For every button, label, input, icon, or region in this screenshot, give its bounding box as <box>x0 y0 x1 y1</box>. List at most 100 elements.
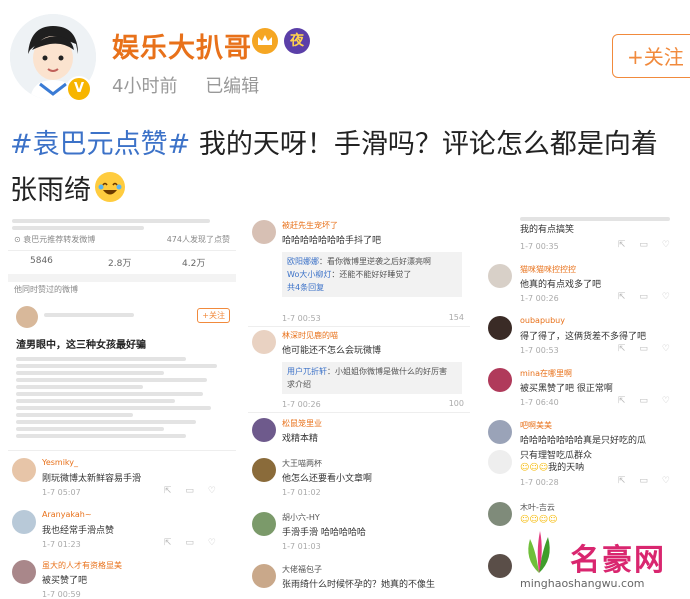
liked-post-headline: 渣男眼中，这三种女孩最好骗 <box>16 340 146 351</box>
commenter-avatar[interactable] <box>12 510 36 534</box>
hashtag-link[interactable]: #袁巴元点赞# <box>10 129 190 160</box>
comment-item: 大王喵两杯 他怎么还要看小文章啊 1-7 01:02 <box>248 458 470 504</box>
comment-text: 他真的有点戏多了吧 <box>520 280 602 290</box>
like-count[interactable]: 100 <box>449 399 464 408</box>
comment-item: 林深时见鹿的喵 他可能还不怎么会玩微博 用户兀折轩：小姐姐你微博是做什么的好厉害… <box>248 330 470 420</box>
author-name[interactable]: 娱乐大扒哥 <box>112 26 252 65</box>
commenter-name[interactable]: 吧啊美美 <box>520 420 552 431</box>
comment-item: 吧啊美美 哈哈哈哈哈哈哈真是只好吃的瓜 只有理智吃瓜群众 ☺☺☺我的天呐 1-7… <box>480 420 690 496</box>
liked-author-avatar <box>16 306 38 328</box>
comment-time: 1-7 01:23 <box>42 540 81 549</box>
comment-actions-icon[interactable]: ⇱▭♡ <box>618 344 684 354</box>
like-count[interactable]: 4.2万 <box>182 256 205 269</box>
comment-actions-icon[interactable]: ⇱▭♡ <box>164 486 230 496</box>
commenter-avatar[interactable] <box>488 264 512 288</box>
truncated-text <box>12 216 232 233</box>
commenter-name[interactable]: 虽大的人才有资格显美 <box>42 560 122 571</box>
ref-stat: 474人发现了点赞 <box>166 235 230 244</box>
section-title: 他同时赞过的微博 <box>14 285 78 294</box>
comment-time: 1-7 01:03 <box>282 542 321 551</box>
comment-text: 手滑手滑 哈哈哈哈哈 <box>282 528 366 538</box>
comment-item: oubapubuy 得了得了，这俩货差不多得了吧 1-7 00:53 ⇱▭♡ <box>480 316 690 362</box>
comment-time: 1-7 05:07 <box>42 488 81 497</box>
site-watermark: 名豪网 minghaoshangwu.com <box>500 525 690 599</box>
reply-box[interactable]: 用户兀折轩：小姐姐你微博是做什么的好厉害 求介绍 <box>282 362 462 394</box>
laugh-cry-emoji-icon <box>95 172 125 202</box>
comment-item: 松鼠笼里业 戏精本精 <box>248 418 470 458</box>
comment-time: 1-7 00:35 <box>520 242 559 251</box>
commenter-name[interactable]: 被赶先生宠坏了 <box>282 220 338 231</box>
commenter-avatar[interactable] <box>488 502 512 526</box>
commenter-name[interactable]: 大佬福包子 <box>282 564 322 575</box>
commenter-name[interactable]: Yesmiky_ <box>42 458 78 467</box>
comment-actions-icon[interactable]: ⇱▭♡ <box>618 240 684 250</box>
comment-time: 1-7 06:40 <box>520 398 559 407</box>
commenter-avatar[interactable] <box>12 560 36 584</box>
commenter-name[interactable]: 胡小六-HY <box>282 512 320 523</box>
commenter-avatar[interactable] <box>252 458 276 482</box>
comment-item: mina在哪里啊 被买黑赞了吧 很正常啊 1-7 06:40 ⇱▭♡ <box>480 368 690 414</box>
commenter-name[interactable]: 林深时见鹿的喵 <box>282 330 338 341</box>
comment-text: 被买黑赞了吧 很正常啊 <box>520 384 613 394</box>
post-time: 4小时前 <box>112 76 178 97</box>
comment-actions-icon[interactable]: ⇱▭♡ <box>618 292 684 302</box>
commenter-avatar[interactable] <box>252 418 276 442</box>
commenter-avatar[interactable] <box>252 220 276 244</box>
comment-text: 他可能还不怎么会玩微博 <box>282 346 382 356</box>
repost-count[interactable]: 5846 <box>30 256 53 266</box>
commenter-name[interactable]: 大王喵两杯 <box>282 458 322 469</box>
commenter-avatar[interactable] <box>252 330 276 354</box>
ref-weibo[interactable]: ⊙ 袁巴元推荐转发微博 <box>14 234 95 245</box>
comment-text: 我也经常手滑点赞 <box>42 526 115 536</box>
comment-text: 张雨绮什么时候怀孕的？她真的不像生 <box>282 580 436 590</box>
comment-time: 1-7 00:53 <box>520 346 559 355</box>
comment-time: 1-7 01:02 <box>282 488 321 497</box>
comment-actions-icon[interactable]: ⇱▭♡ <box>618 476 684 486</box>
comment-time: 1-7 00:59 <box>42 590 81 599</box>
verified-badge-icon: V <box>66 76 92 102</box>
comment-item: 大佬福包子 张雨绮什么时候怀孕的？她真的不像生 <box>248 564 470 599</box>
night-badge: 夜 <box>284 28 310 54</box>
more-replies-link[interactable]: 共4条回复 <box>287 281 457 294</box>
comment-time: 1-7 00:53 <box>282 314 321 323</box>
like-count[interactable]: 154 <box>449 313 464 322</box>
commenter-avatar[interactable] <box>252 512 276 536</box>
comment-count[interactable]: 2.8万 <box>108 256 131 269</box>
comment-text: 得了得了，这俩货差不多得了吧 <box>520 332 647 342</box>
comment-time: 1-7 00:28 <box>520 478 559 487</box>
comment-item: Aranyakah~ 我也经常手滑点赞 1-7 01:23 ⇱▭♡ <box>8 510 236 560</box>
comment-time: 1-7 00:26 <box>282 400 321 409</box>
comment-text: 哈哈哈哈哈哈哈真是只好吃的瓜 <box>520 436 647 446</box>
commenter-avatar[interactable] <box>252 564 276 588</box>
comment-actions-icon[interactable]: ⇱▭♡ <box>164 538 230 548</box>
watermark-url: minghaoshangwu.com <box>520 577 645 590</box>
post-body-line2: 张雨绮 <box>10 175 91 206</box>
commenter-name[interactable]: 松鼠笼里业 <box>282 418 322 429</box>
screenshot-panel-likes: ⊙ 袁巴元推荐转发微博 474人发现了点赞 5846 2.8万 4.2万 他同时… <box>8 214 236 599</box>
commenter-name[interactable]: oubapubuy <box>520 316 565 325</box>
follow-small-button[interactable]: +关注 <box>197 308 230 323</box>
commenter-name[interactable]: mina在哪里啊 <box>520 368 572 379</box>
comment-item: 被赶先生宠坏了 哈哈哈哈哈哈哈手抖了吧 欧阳娜娜：看你微博里逆袭之后好漂亮啊 W… <box>248 220 470 323</box>
comment-item: 猫咪猫咪控控控 他真的有点戏多了吧 1-7 00:26 ⇱▭♡ <box>480 264 690 310</box>
post-text: #袁巴元点赞# 我的天呀！手滑吗？评论怎么都是向着 张雨绮 <box>10 122 690 214</box>
post-body: 我的天呀！手滑吗？评论怎么都是向着 <box>190 129 658 160</box>
commenter-name[interactable]: Aranyakah~ <box>42 510 92 519</box>
liked-post-body <box>16 354 228 441</box>
commenter-avatar[interactable] <box>12 458 36 482</box>
comment-actions-icon[interactable]: ⇱▭♡ <box>618 396 684 406</box>
follow-button[interactable]: +关注 <box>612 34 690 78</box>
post-header: V 娱乐大扒哥 夜 4小时前 已编辑 +关注 <box>0 0 690 115</box>
commenter-avatar[interactable] <box>488 420 512 444</box>
commenter-avatar[interactable] <box>488 368 512 392</box>
leaf-logo-icon <box>514 529 564 575</box>
comment-text: 哈哈哈哈哈哈哈手抖了吧 <box>282 236 382 246</box>
comment-text: 被买赞了吧 <box>42 576 88 586</box>
commenter-name[interactable]: 猫咪猫咪控控控 <box>520 264 576 275</box>
reply-box[interactable]: 欧阳娜娜：看你微博里逆袭之后好漂亮啊 Wo大小柳灯：还能不能好好睡觉了 共4条回… <box>282 252 462 297</box>
commenter-avatar[interactable] <box>488 316 512 340</box>
post-meta: 4小时前 已编辑 <box>112 72 281 98</box>
commenter-name[interactable]: 木叶-吉云 <box>520 502 555 513</box>
commenter-avatar[interactable] <box>488 450 512 474</box>
edited-label: 已编辑 <box>205 76 260 97</box>
